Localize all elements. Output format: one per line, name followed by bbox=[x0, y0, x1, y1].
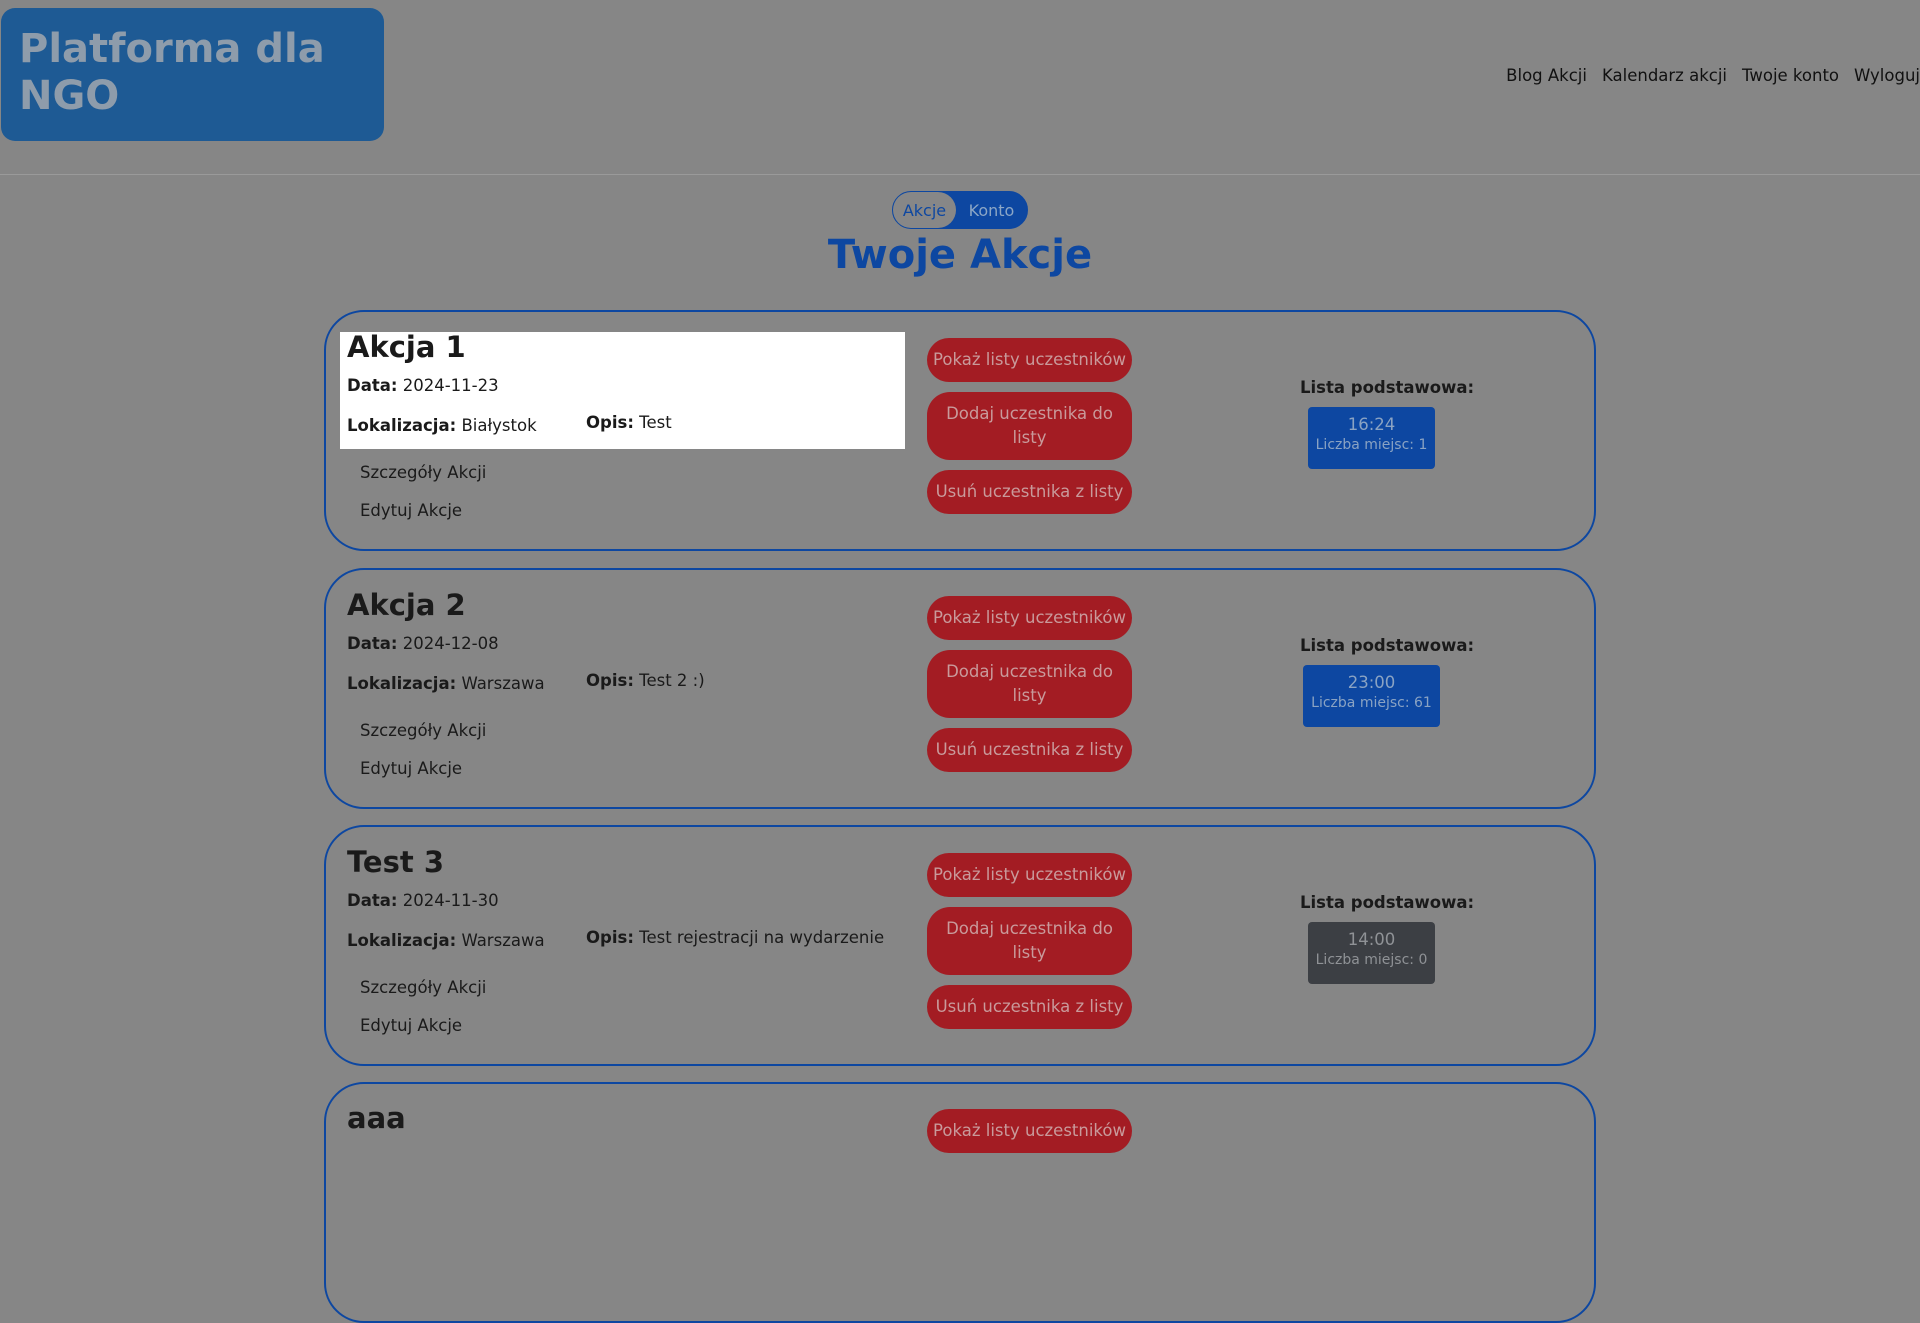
event-card: Akcja 1 Data: 2024-11-23 Lokalizacja: Bi… bbox=[324, 310, 1596, 551]
basic-list-label: Lista podstawowa: bbox=[1300, 636, 1475, 655]
remove-participant-button[interactable]: Usuń uczestnika z listy bbox=[927, 985, 1132, 1029]
location-label: Lokalizacja: bbox=[347, 416, 457, 435]
date-value: 2024-11-30 bbox=[402, 891, 499, 910]
event-card: Test 3 Data: 2024-11-30 Lokalizacja: War… bbox=[324, 825, 1596, 1066]
event-card: Akcja 2 Data: 2024-12-08 Lokalizacja: Wa… bbox=[324, 568, 1596, 809]
event-description: Opis: Test rejestracji na wydarzenie bbox=[586, 928, 884, 947]
event-edit-link[interactable]: Edytuj Akcje bbox=[360, 501, 462, 520]
date-value: 2024-12-08 bbox=[402, 634, 499, 653]
slot-time: 14:00 bbox=[1347, 930, 1396, 949]
main-nav: Blog Akcji Kalendarz akcji Twoje konto W… bbox=[1506, 66, 1920, 85]
event-description: Opis: Test 2 :) bbox=[586, 671, 705, 690]
event-location: Lokalizacja: Warszawa bbox=[347, 931, 545, 950]
add-participant-button[interactable]: Dodaj uczestnika do listy bbox=[927, 907, 1132, 975]
slot-time: 23:00 bbox=[1347, 673, 1396, 692]
event-edit-link[interactable]: Edytuj Akcje bbox=[360, 1016, 462, 1035]
show-lists-button[interactable]: Pokaż listy uczestników bbox=[927, 338, 1132, 382]
basic-list-label: Lista podstawowa: bbox=[1300, 893, 1475, 912]
event-title: Akcja 1 bbox=[347, 330, 466, 364]
basic-list-label: Lista podstawowa: bbox=[1300, 378, 1475, 397]
nav-wyloguj[interactable]: Wyloguj bbox=[1854, 66, 1920, 85]
remove-participant-button[interactable]: Usuń uczestnika z listy bbox=[927, 728, 1132, 772]
event-title: aaa bbox=[347, 1101, 406, 1135]
event-title: Akcja 2 bbox=[347, 588, 466, 622]
event-location: Lokalizacja: Białystok bbox=[347, 416, 537, 435]
event-details-link[interactable]: Szczegóły Akcji bbox=[360, 978, 486, 997]
brand-logo[interactable]: Platforma dla NGO bbox=[1, 8, 384, 141]
slot-seat-count: Liczba miejsc: 61 bbox=[1311, 695, 1432, 711]
add-participant-button[interactable]: Dodaj uczestnika do listy bbox=[927, 392, 1132, 460]
event-date: Data: 2024-11-23 bbox=[347, 376, 499, 395]
nav-twoje-konto[interactable]: Twoje konto bbox=[1742, 66, 1839, 85]
description-value: Test 2 :) bbox=[639, 671, 705, 690]
remove-participant-button[interactable]: Usuń uczestnika z listy bbox=[927, 470, 1132, 514]
view-toggle: Akcje Konto bbox=[892, 191, 1028, 229]
description-label: Opis: bbox=[586, 671, 634, 690]
slot-time: 16:24 bbox=[1347, 415, 1396, 434]
add-participant-button[interactable]: Dodaj uczestnika do listy bbox=[927, 650, 1132, 718]
time-slot-button[interactable]: 23:00 Liczba miejsc: 61 bbox=[1303, 665, 1440, 727]
location-value: Warszawa bbox=[461, 931, 545, 950]
event-description: Opis: Test bbox=[586, 413, 672, 432]
time-slot-button[interactable]: 16:24 Liczba miejsc: 1 bbox=[1308, 407, 1435, 469]
page-title: Twoje Akcje bbox=[827, 232, 1093, 278]
location-label: Lokalizacja: bbox=[347, 674, 457, 693]
nav-blog-akcji[interactable]: Blog Akcji bbox=[1506, 66, 1587, 85]
time-slot-button[interactable]: 14:00 Liczba miejsc: 0 bbox=[1308, 922, 1435, 984]
event-title: Test 3 bbox=[347, 845, 444, 879]
description-label: Opis: bbox=[586, 928, 634, 947]
site-header: Platforma dla NGO Blog Akcji Kalendarz a… bbox=[0, 0, 1920, 175]
toggle-konto[interactable]: Konto bbox=[956, 192, 1027, 228]
description-value: Test rejestracji na wydarzenie bbox=[639, 928, 885, 947]
show-lists-button[interactable]: Pokaż listy uczestników bbox=[927, 1109, 1132, 1153]
slot-seat-count: Liczba miejsc: 0 bbox=[1315, 952, 1428, 968]
description-label: Opis: bbox=[586, 413, 634, 432]
event-location: Lokalizacja: Warszawa bbox=[347, 674, 545, 693]
slot-seat-count: Liczba miejsc: 1 bbox=[1315, 437, 1428, 453]
event-card: aaa Pokaż listy uczestników bbox=[324, 1082, 1596, 1323]
date-value: 2024-11-23 bbox=[402, 376, 499, 395]
description-value: Test bbox=[639, 413, 672, 432]
show-lists-button[interactable]: Pokaż listy uczestników bbox=[927, 596, 1132, 640]
toggle-akcje[interactable]: Akcje bbox=[893, 192, 956, 228]
show-lists-button[interactable]: Pokaż listy uczestników bbox=[927, 853, 1132, 897]
event-details-link[interactable]: Szczegóły Akcji bbox=[360, 721, 486, 740]
nav-kalendarz-akcji[interactable]: Kalendarz akcji bbox=[1602, 66, 1727, 85]
location-label: Lokalizacja: bbox=[347, 931, 457, 950]
location-value: Białystok bbox=[461, 416, 537, 435]
location-value: Warszawa bbox=[461, 674, 545, 693]
date-label: Data: bbox=[347, 634, 398, 653]
event-date: Data: 2024-11-30 bbox=[347, 891, 499, 910]
date-label: Data: bbox=[347, 891, 398, 910]
event-date: Data: 2024-12-08 bbox=[347, 634, 499, 653]
event-edit-link[interactable]: Edytuj Akcje bbox=[360, 759, 462, 778]
event-details-link[interactable]: Szczegóły Akcji bbox=[360, 463, 486, 482]
date-label: Data: bbox=[347, 376, 398, 395]
